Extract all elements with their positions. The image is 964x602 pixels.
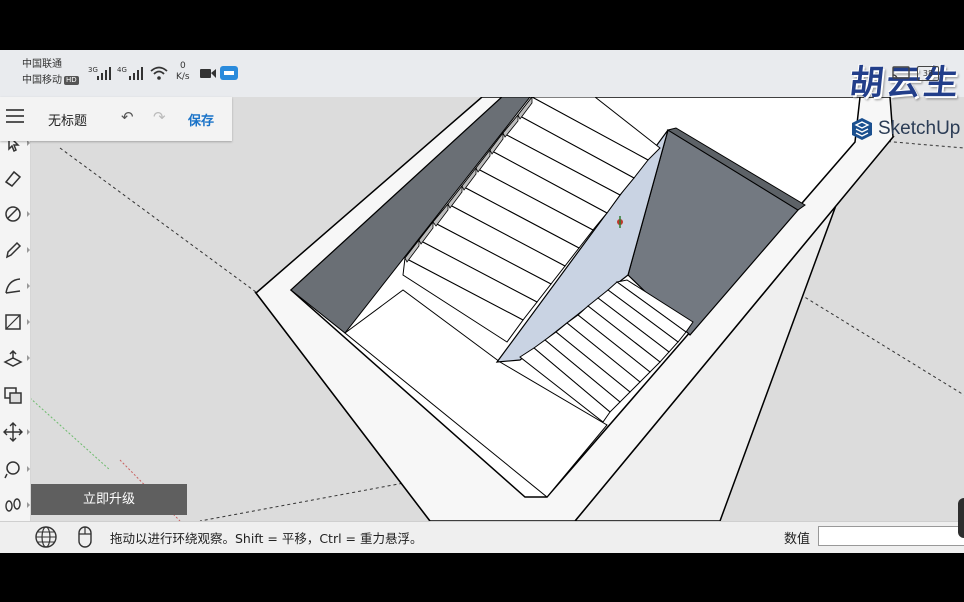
- scroll-handle[interactable]: [958, 498, 964, 538]
- file-menu-bar: 无标题 ↶ ↷ 保存: [0, 97, 232, 141]
- app-icon: [220, 66, 238, 80]
- move-tool-icon[interactable]: [2, 421, 30, 443]
- signal-icon-2: [129, 67, 143, 80]
- pencil-tool-icon[interactable]: [2, 239, 30, 261]
- save-button[interactable]: 保存: [188, 110, 214, 129]
- upgrade-button[interactable]: 立即升级: [31, 484, 187, 515]
- paint-bucket-tool-icon[interactable]: [2, 203, 30, 225]
- phone-status-bar: [0, 50, 964, 97]
- arc-tool-icon[interactable]: [2, 275, 30, 297]
- offset-tool-icon[interactable]: [2, 384, 24, 406]
- net-speed: 0 K/s: [176, 61, 190, 82]
- bottom-status-bar: 拖动以进行环绕观察。Shift = 平移，Ctrl = 重力悬浮。 数值: [0, 521, 964, 553]
- stair-model[interactable]: [30, 97, 964, 521]
- sketchup-logo-icon: [852, 118, 872, 140]
- mouse-icon[interactable]: [72, 525, 98, 549]
- rectangle-tool-icon[interactable]: [2, 311, 30, 333]
- video-icon: [200, 69, 216, 78]
- wifi-icon: [150, 66, 168, 80]
- signal-icon-1: [97, 67, 111, 80]
- hamburger-menu-icon[interactable]: [6, 109, 24, 123]
- network-4g-label: 4G: [117, 66, 127, 74]
- status-hint: 拖动以进行环绕观察。Shift = 平移，Ctrl = 重力悬浮。: [110, 531, 423, 546]
- cast-icon: [892, 66, 910, 79]
- globe-icon[interactable]: [33, 525, 59, 549]
- tape-measure-tool-icon[interactable]: [2, 458, 30, 480]
- document-title[interactable]: 无标题: [48, 110, 87, 129]
- carrier-1: 中国联通: [22, 59, 62, 70]
- hd-badge: HD: [64, 75, 79, 85]
- eraser-tool-icon[interactable]: [2, 167, 24, 189]
- sketchup-brand: SketchUp: [850, 115, 964, 143]
- redo-icon[interactable]: ↷: [153, 108, 166, 126]
- undo-icon[interactable]: ↶: [121, 108, 134, 126]
- carrier-2: 中国移动 HD: [22, 75, 79, 86]
- value-label: 数值: [784, 532, 811, 547]
- left-toolbar: [0, 97, 31, 552]
- walk-tool-icon[interactable]: [2, 494, 30, 516]
- brand-name: SketchUp: [878, 118, 961, 139]
- value-input[interactable]: [818, 526, 964, 546]
- battery-indicator: 38: [917, 66, 939, 81]
- 3d-viewport[interactable]: [30, 97, 964, 521]
- push-pull-tool-icon[interactable]: [2, 347, 30, 369]
